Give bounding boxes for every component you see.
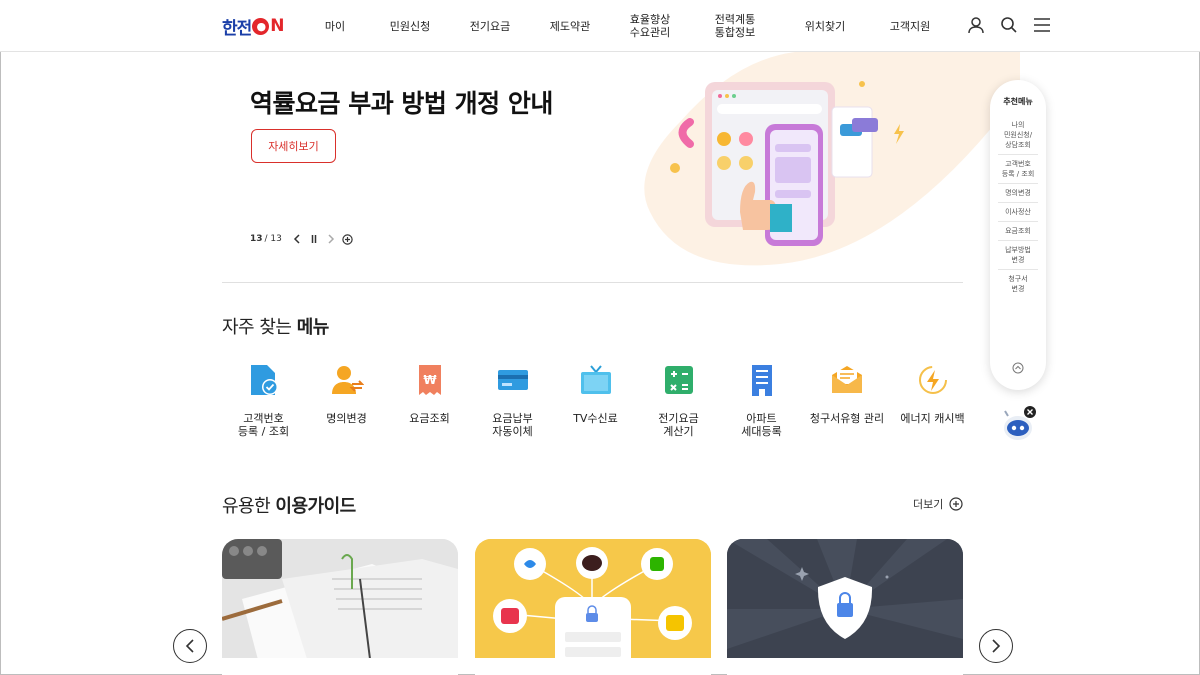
nav-efficiency[interactable]: 효율향상 수요관리 bbox=[610, 0, 690, 52]
apartment-icon bbox=[744, 362, 780, 398]
guide-more-link[interactable]: 더보기 bbox=[913, 496, 963, 512]
frequent-menu-list: 고객번호 등록 / 조회 명의변경 ₩ 요금조회 요금납부 자동이체 TV수신료… bbox=[222, 362, 974, 438]
frequent-menu-title: 자주 찾는 메뉴 bbox=[222, 317, 329, 338]
bill-inquiry-icon: ₩ bbox=[412, 362, 448, 398]
side-item-my-request[interactable]: 나의 민원신청/ 상담조회 bbox=[998, 116, 1038, 155]
site-header: 한전 ● N 마이 민원신청 전기요금 제도약관 효율향상 수요관리 전력계통 통… bbox=[0, 0, 1200, 52]
side-item-name-change[interactable]: 명의변경 bbox=[998, 184, 1038, 203]
more-label: 더보기 bbox=[913, 498, 944, 511]
recommended-menu-panel: 추천메뉴 나의 민원신청/ 상담조회 고객번호 등록 / 조회 명의변경 이사정… bbox=[990, 80, 1046, 390]
kepco-on-logo[interactable]: 한전 ● N bbox=[222, 15, 285, 39]
nav-location[interactable]: 위치찾기 bbox=[780, 0, 870, 52]
hero-pager: 13 / 13 bbox=[250, 232, 355, 246]
tv-icon bbox=[578, 362, 614, 398]
side-item-payment-method[interactable]: 납부방법 변경 bbox=[998, 241, 1038, 270]
frequent-item-apartment[interactable]: 아파트 세대등록 bbox=[720, 362, 803, 438]
guide-card-certificates[interactable] bbox=[475, 539, 711, 675]
nav-civil-request[interactable]: 민원신청 bbox=[370, 0, 450, 52]
chatbot-icon[interactable] bbox=[1000, 404, 1040, 444]
auth-apps-image bbox=[475, 539, 711, 675]
nav-my[interactable]: 마이 bbox=[300, 0, 370, 52]
side-item-move-settlement[interactable]: 이사정산 bbox=[998, 203, 1038, 222]
nav-grid-info[interactable]: 전력계통 통합정보 bbox=[690, 0, 780, 52]
frequent-item-energy-cashback[interactable]: 에너지 캐시백 bbox=[891, 362, 974, 438]
side-item-customer-number[interactable]: 고객번호 등록 / 조회 bbox=[998, 155, 1038, 184]
pager-current: 13 bbox=[250, 234, 263, 244]
frequent-item-calculator[interactable]: 전기요금 계산기 bbox=[637, 362, 720, 438]
guide-prev-button[interactable] bbox=[173, 629, 207, 663]
section-divider bbox=[222, 282, 963, 283]
recommended-menu-list: 나의 민원신청/ 상담조회 고객번호 등록 / 조회 명의변경 이사정산 요금조… bbox=[998, 116, 1038, 298]
side-item-bill-change[interactable]: 청구서 변경 bbox=[998, 270, 1038, 298]
frequent-item-customer-number[interactable]: 고객번호 등록 / 조회 bbox=[222, 362, 305, 438]
card-footer bbox=[222, 658, 458, 675]
svg-text:₩: ₩ bbox=[423, 373, 437, 387]
envelope-icon bbox=[829, 362, 865, 398]
recommended-menu-title: 추천메뉴 bbox=[1003, 97, 1033, 106]
frequent-item-auto-transfer[interactable]: 요금납부 자동이체 bbox=[471, 362, 554, 438]
guide-card-security[interactable] bbox=[727, 539, 963, 675]
pager-total: / 13 bbox=[264, 234, 282, 244]
main-nav: 마이 민원신청 전기요금 제도약관 효율향상 수요관리 전력계통 통합정보 위치… bbox=[300, 0, 950, 52]
plus-circle-icon bbox=[949, 497, 963, 511]
hamburger-menu-icon[interactable] bbox=[1031, 14, 1053, 36]
energy-cashback-icon bbox=[915, 362, 951, 398]
frequent-item-name-change[interactable]: 명의변경 bbox=[305, 362, 388, 438]
guide-card-documents[interactable] bbox=[222, 539, 458, 675]
card-footer bbox=[475, 658, 711, 675]
auto-transfer-card-icon bbox=[495, 362, 531, 398]
customer-number-icon bbox=[246, 362, 282, 398]
next-slide-icon[interactable] bbox=[324, 232, 338, 246]
name-change-icon bbox=[329, 362, 365, 398]
hero-detail-button[interactable]: 자세히보기 bbox=[251, 129, 336, 163]
card-footer bbox=[727, 658, 963, 675]
nav-terms[interactable]: 제도약관 bbox=[530, 0, 610, 52]
chevron-right-icon bbox=[992, 639, 1001, 653]
logo-on-mark: ● N bbox=[252, 16, 285, 36]
hero-title: 역률요금 부과 방법 개정 안내 bbox=[250, 89, 553, 118]
frequent-item-bill-inquiry[interactable]: ₩ 요금조회 bbox=[388, 362, 471, 438]
guide-next-button[interactable] bbox=[979, 629, 1013, 663]
logo-text: 한전 bbox=[222, 18, 252, 39]
header-utility-icons bbox=[965, 14, 1053, 36]
documents-image bbox=[222, 539, 458, 675]
security-shield-image bbox=[727, 539, 963, 675]
frequent-item-tv-fee[interactable]: TV수신료 bbox=[554, 362, 637, 438]
guide-title: 유용한 이용가이드 bbox=[222, 496, 356, 517]
prev-slide-icon[interactable] bbox=[290, 232, 304, 246]
calculator-icon bbox=[661, 362, 697, 398]
hero-illustration bbox=[644, 52, 1020, 266]
view-all-plus-icon[interactable] bbox=[341, 232, 355, 246]
search-icon[interactable] bbox=[998, 14, 1020, 36]
scroll-top-icon[interactable] bbox=[1012, 362, 1024, 374]
power-icon: ● bbox=[252, 17, 270, 35]
nav-support[interactable]: 고객지원 bbox=[870, 0, 950, 52]
pause-icon[interactable] bbox=[307, 232, 321, 246]
user-icon[interactable] bbox=[965, 14, 987, 36]
side-item-bill-inquiry[interactable]: 요금조회 bbox=[998, 222, 1038, 241]
frequent-item-bill-type[interactable]: 청구서유형 관리 bbox=[803, 362, 891, 438]
chevron-left-icon bbox=[185, 639, 194, 653]
nav-electricity-bill[interactable]: 전기요금 bbox=[450, 0, 530, 52]
